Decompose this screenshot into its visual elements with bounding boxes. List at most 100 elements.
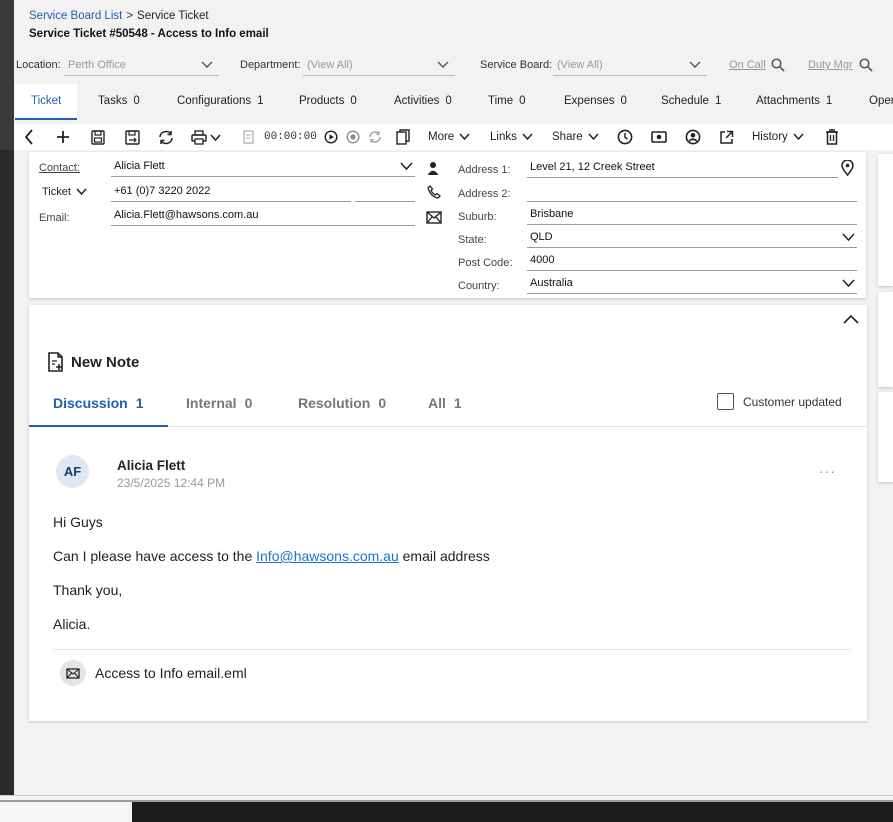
chevron-down-icon bbox=[588, 133, 599, 141]
ticket-contact-type-dropdown[interactable]: Ticket bbox=[42, 186, 87, 198]
contact-select[interactable]: Alicia Flett bbox=[111, 157, 415, 177]
chevron-up-icon[interactable] bbox=[843, 313, 859, 327]
reset-timer-icon[interactable] bbox=[368, 128, 382, 146]
country-select[interactable]: Australia bbox=[527, 274, 857, 294]
tab-discussion[interactable]: Discussion 1 bbox=[29, 385, 168, 427]
notes-card: New Note Discussion 1 Internal 0 Resolutio… bbox=[29, 305, 867, 721]
location-value: Perth Office bbox=[68, 59, 126, 71]
state-value: QLD bbox=[530, 231, 553, 243]
suburb-field[interactable]: Brisbane bbox=[527, 205, 857, 225]
tab-label: Discussion bbox=[53, 395, 128, 411]
tab-oper[interactable]: Oper bbox=[869, 84, 893, 120]
save-and-close-icon[interactable] bbox=[125, 128, 140, 146]
postcode-field[interactable]: 4000 bbox=[527, 251, 857, 271]
tab-schedule[interactable]: Schedule 1 bbox=[661, 84, 721, 120]
chevron-down-icon bbox=[437, 57, 449, 74]
user-circle-icon[interactable] bbox=[685, 128, 701, 146]
tab-configurations[interactable]: Configurations 1 bbox=[177, 84, 264, 120]
address1-field[interactable]: Level 21, 12 Creek Street bbox=[527, 158, 838, 178]
share-menu[interactable]: Share bbox=[552, 128, 599, 146]
history-menu[interactable]: History bbox=[752, 128, 804, 146]
tab-products[interactable]: Products 0 bbox=[299, 84, 357, 120]
suburb-value: Brisbane bbox=[530, 208, 574, 220]
tab-all[interactable]: All 1 bbox=[428, 385, 462, 427]
tab-count: 1 bbox=[135, 395, 144, 411]
open-external-icon[interactable] bbox=[719, 128, 734, 146]
search-icon[interactable] bbox=[771, 58, 785, 75]
phone-extension-field[interactable] bbox=[355, 182, 415, 202]
note-author: Alicia Flett bbox=[117, 458, 186, 473]
tab-tasks[interactable]: Tasks 0 bbox=[98, 84, 140, 120]
tab-label: Oper bbox=[869, 95, 893, 107]
tab-internal[interactable]: Internal 0 bbox=[186, 385, 252, 427]
expense-icon[interactable] bbox=[651, 128, 667, 146]
more-menu[interactable]: More bbox=[428, 128, 470, 146]
email-link[interactable]: Info@hawsons.com.au bbox=[256, 548, 399, 564]
add-icon[interactable] bbox=[56, 128, 70, 146]
location-label: Location: bbox=[16, 59, 61, 71]
phone-icon[interactable] bbox=[427, 185, 441, 202]
phone-value: +61 (0)7 3220 2022 bbox=[114, 185, 211, 197]
address1-label: Address 1: bbox=[458, 164, 511, 176]
tab-ticket[interactable]: Ticket bbox=[15, 84, 78, 120]
attachment-item[interactable]: Access to Info email.eml bbox=[60, 660, 247, 686]
share-label: Share bbox=[552, 131, 583, 143]
service-board-select[interactable]: (View All) bbox=[553, 56, 707, 76]
note-text: email address bbox=[398, 548, 490, 564]
new-note-label: New Note bbox=[71, 353, 140, 371]
tab-activities[interactable]: Activities 0 bbox=[394, 84, 452, 120]
links-menu[interactable]: Links bbox=[490, 128, 533, 146]
on-call-link[interactable]: On Call bbox=[729, 59, 766, 71]
side-panel-partial bbox=[878, 292, 893, 387]
tab-resolution[interactable]: Resolution 0 bbox=[298, 385, 386, 427]
os-taskbar-partial bbox=[0, 795, 893, 822]
postcode-value: 4000 bbox=[530, 254, 555, 266]
country-value: Australia bbox=[530, 277, 573, 289]
note-more-options-icon[interactable]: ··· bbox=[819, 463, 836, 479]
address2-field[interactable] bbox=[527, 182, 857, 202]
email-label: Email: bbox=[39, 212, 70, 224]
tab-attachments[interactable]: Attachments 1 bbox=[756, 84, 832, 120]
copy-icon[interactable] bbox=[396, 128, 410, 146]
contact-value: Alicia Flett bbox=[114, 160, 165, 172]
note-body-line: Hi Guys bbox=[53, 514, 103, 530]
email-field[interactable]: Alicia.Flett@hawsons.com.au bbox=[111, 206, 415, 226]
duty-mgr-link[interactable]: Duty Mgr bbox=[808, 59, 853, 71]
search-icon[interactable] bbox=[859, 58, 873, 75]
clock-icon[interactable] bbox=[617, 128, 633, 146]
tab-time[interactable]: Time 0 bbox=[488, 84, 526, 120]
tab-count: 0 bbox=[350, 95, 357, 107]
note-timestamp: 23/5/2025 12:44 PM bbox=[117, 476, 226, 490]
new-note-icon bbox=[48, 352, 63, 372]
customer-updated-checkbox[interactable]: Customer updated bbox=[717, 393, 842, 410]
breadcrumb-service-board-list[interactable]: Service Board List bbox=[29, 10, 122, 22]
stop-icon[interactable] bbox=[346, 128, 360, 146]
department-select[interactable]: (View All) bbox=[303, 56, 455, 76]
mail-attachment-icon bbox=[60, 660, 86, 686]
breadcrumb: Service Board List > Service Ticket bbox=[29, 10, 209, 22]
save-icon[interactable] bbox=[91, 128, 105, 146]
map-pin-icon[interactable] bbox=[841, 159, 854, 179]
state-select[interactable]: QLD bbox=[527, 228, 857, 248]
phone-field[interactable]: +61 (0)7 3220 2022 bbox=[111, 182, 351, 202]
person-icon bbox=[427, 161, 439, 178]
service-ticket-app: Service Board List > Service Ticket Servic… bbox=[14, 0, 893, 795]
play-icon[interactable] bbox=[324, 128, 338, 146]
tab-label: Activities bbox=[394, 95, 440, 107]
tab-label: Expenses bbox=[564, 95, 615, 107]
postcode-label: Post Code: bbox=[458, 257, 513, 269]
delete-icon[interactable] bbox=[825, 128, 839, 146]
customer-updated-label: Customer updated bbox=[743, 394, 842, 409]
country-label: Country: bbox=[458, 280, 500, 292]
chevron-down-icon bbox=[522, 133, 533, 141]
mail-icon[interactable] bbox=[426, 211, 442, 227]
new-note-button[interactable]: New Note bbox=[47, 352, 139, 372]
breadcrumb-service-ticket: Service Ticket bbox=[137, 10, 209, 22]
refresh-icon[interactable] bbox=[158, 128, 174, 146]
print-icon[interactable] bbox=[191, 128, 221, 146]
tab-expenses[interactable]: Expenses 0 bbox=[564, 84, 627, 120]
back-arrow-icon[interactable] bbox=[24, 128, 34, 146]
location-select[interactable]: Perth Office bbox=[64, 56, 219, 76]
note-body-line: Thank you, bbox=[53, 582, 123, 598]
chevron-down-icon bbox=[76, 188, 87, 196]
